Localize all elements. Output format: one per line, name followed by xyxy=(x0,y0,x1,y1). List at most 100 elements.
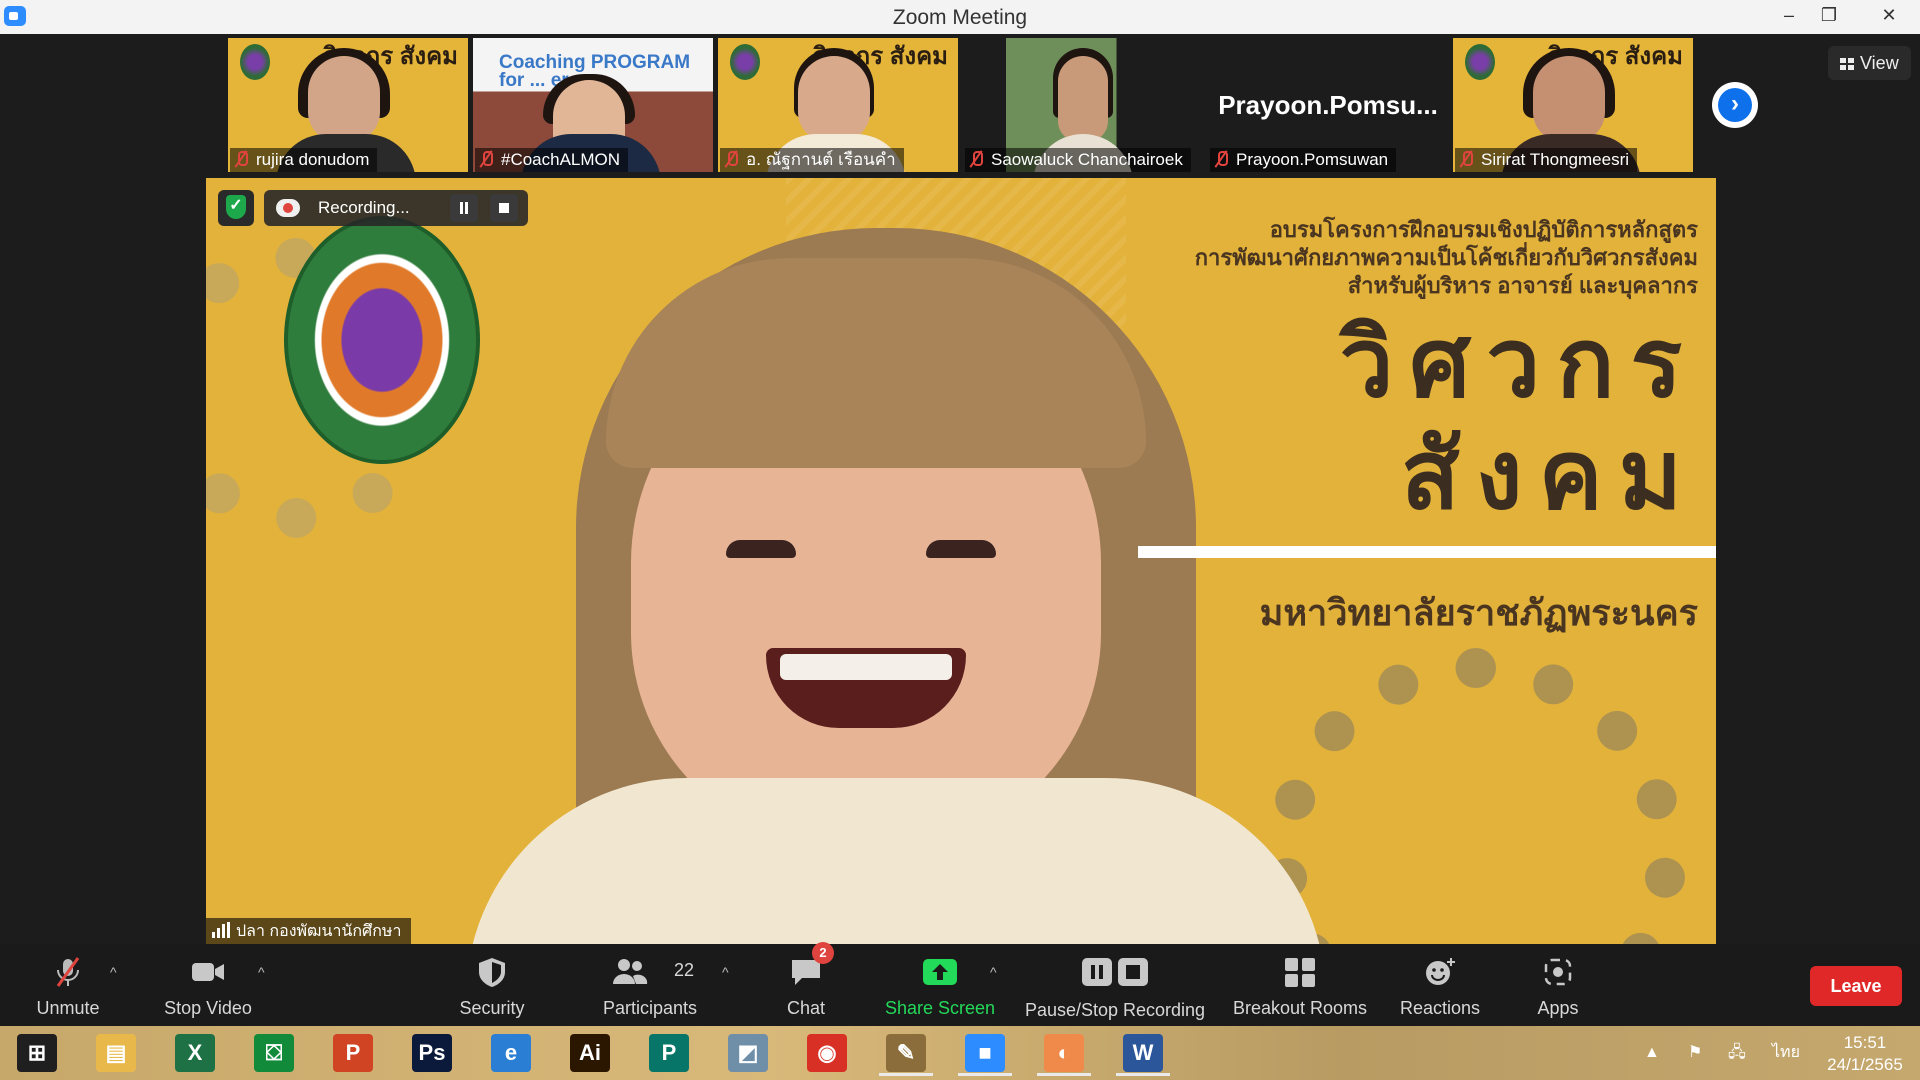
taskbar-paint-app-button[interactable]: ✎ xyxy=(873,1030,939,1076)
share-screen-label: Share Screen xyxy=(884,998,996,1018)
taskbar-windows-start-button[interactable]: ⊞ xyxy=(4,1030,70,1076)
participants-options-caret[interactable]: ^ xyxy=(722,964,729,980)
tray-overflow-button[interactable]: ▲ xyxy=(1644,1026,1660,1080)
participant-tile[interactable]: Prayoon.Pomsu... Prayoon.Pomsuwan xyxy=(1208,38,1448,172)
participant-tile[interactable]: วิศวกร สังคม rujira donudom xyxy=(228,38,468,172)
apps-icon xyxy=(1544,958,1572,986)
taskbar-photoshop-button[interactable]: Ps xyxy=(399,1030,465,1076)
active-speaker-name: ปลา กองพัฒนานักศึกษา xyxy=(206,918,412,946)
reactions-button[interactable]: Reactions xyxy=(1390,944,1490,1026)
share-screen-icon xyxy=(923,959,957,985)
taskbar-slides-app-button[interactable]: ◐ xyxy=(1031,1030,1097,1076)
paint-app-icon: ✎ xyxy=(886,1034,926,1072)
taskbar-internet-explorer-button[interactable]: e xyxy=(478,1030,544,1076)
pause-recording-button[interactable] xyxy=(450,194,478,222)
chrome-icon: ◉ xyxy=(807,1034,847,1072)
window-title-bar: Zoom Meeting – ❐ ✕ xyxy=(0,0,1920,34)
share-screen-button[interactable]: Share Screen xyxy=(880,944,1000,1026)
mic-muted-icon xyxy=(56,957,80,987)
stop-recording-button[interactable] xyxy=(490,194,518,222)
security-label: Security xyxy=(459,998,525,1018)
view-button[interactable]: View xyxy=(1828,46,1911,80)
apps-button[interactable]: Apps xyxy=(1518,944,1598,1026)
reactions-smiley-icon xyxy=(1426,958,1455,985)
participant-name-label: Prayoon.Pomsuwan xyxy=(1210,148,1397,172)
network-icon[interactable]: 🖧 xyxy=(1728,1026,1746,1080)
breakout-rooms-label: Breakout Rooms xyxy=(1232,998,1368,1018)
audio-options-caret[interactable]: ^ xyxy=(110,964,117,980)
active-speaker-video: อบรมโครงการฝึกอบรมเชิงปฏิบัติการหลักสูตร… xyxy=(206,178,1716,946)
background-banner: อบรมโครงการฝึกอบรมเชิงปฏิบัติการหลักสูตร… xyxy=(1138,216,1716,641)
system-clock[interactable]: 15:51 24/1/2565 xyxy=(1810,1032,1920,1076)
university-logo-icon xyxy=(1465,44,1495,80)
taskbar-powerpoint-button[interactable]: P xyxy=(320,1030,386,1076)
stop-video-label: Stop Video xyxy=(164,998,252,1018)
publisher-icon: P xyxy=(649,1034,689,1072)
mic-muted-icon xyxy=(234,150,248,168)
taskbar-word-button[interactable]: W xyxy=(1110,1030,1176,1076)
grid-icon xyxy=(1840,58,1854,70)
internet-explorer-icon: e xyxy=(491,1034,531,1072)
video-camera-icon xyxy=(192,963,224,981)
leave-meeting-button[interactable]: Leave xyxy=(1810,966,1902,1006)
banner-title-2: สังคม xyxy=(1401,422,1698,529)
zoom-icon: ■ xyxy=(965,1034,1005,1072)
encryption-shield-icon[interactable] xyxy=(218,190,254,226)
participants-count: 22 xyxy=(674,960,695,980)
participant-tile[interactable]: Coaching PROGRAM for ... er #CoachALMON xyxy=(473,38,713,172)
participant-tile[interactable]: Saowaluck Chanchairoek xyxy=(963,38,1203,172)
chat-button[interactable]: 2 Chat xyxy=(766,942,846,1026)
chevron-right-icon: › xyxy=(1731,90,1739,117)
participant-name-label: rujira donudom xyxy=(230,148,378,172)
taskbar-file-explorer-button[interactable]: ▤ xyxy=(83,1030,149,1076)
unmute-button[interactable]: Unmute xyxy=(18,944,118,1026)
action-center-flag-icon[interactable]: ⚑ xyxy=(1688,1026,1702,1080)
university-logo-icon xyxy=(730,44,760,80)
participant-tile-name: Prayoon.Pomsu... xyxy=(1218,90,1438,120)
taskbar-illustrator-button[interactable]: Ai xyxy=(557,1030,623,1076)
taskbar-chrome-button[interactable]: ◉ xyxy=(794,1030,860,1076)
university-crest xyxy=(284,216,480,464)
meeting-toolbar: Unmute ^ Stop Video ^ Security 22 Partic… xyxy=(0,942,1920,1026)
participant-name-label: #CoachALMON xyxy=(475,148,629,172)
gear-decoration-icon xyxy=(1266,648,1686,946)
shield-icon xyxy=(479,958,505,987)
mic-muted-icon xyxy=(969,150,983,168)
security-button[interactable]: Security xyxy=(442,944,542,1026)
mic-muted-icon xyxy=(1459,150,1473,168)
file-explorer-icon: ▤ xyxy=(96,1034,136,1072)
participants-button[interactable]: 22 Participants xyxy=(590,944,710,1026)
unmute-label: Unmute xyxy=(36,998,100,1018)
restore-button[interactable]: ❐ xyxy=(1806,0,1852,30)
microsoft-store-icon: ⛋ xyxy=(254,1034,294,1072)
photoshop-icon: Ps xyxy=(412,1034,452,1072)
participant-tile[interactable]: วิศวกร สังคม Sirirat Thongmeesri xyxy=(1453,38,1693,172)
next-page-button[interactable]: › xyxy=(1712,82,1758,128)
reactions-label: Reactions xyxy=(1399,998,1481,1018)
chat-label: Chat xyxy=(786,998,826,1018)
video-options-caret[interactable]: ^ xyxy=(258,964,265,980)
taskbar-notes-app-button[interactable]: ◩ xyxy=(715,1030,781,1076)
banner-line-1: อบรมโครงการฝึกอบรมเชิงปฏิบัติการหลักสูตร xyxy=(1269,217,1698,242)
mic-muted-icon xyxy=(479,150,493,168)
participant-tile[interactable]: วิศวกร สังคม อ. ณัฐกานต์ เรือนคำ xyxy=(718,38,958,172)
recording-label: Recording... xyxy=(318,198,410,217)
taskbar-zoom-button[interactable]: ■ xyxy=(952,1030,1018,1076)
banner-line-3: สำหรับผู้บริหาร อาจารย์ และบุคลากร xyxy=(1347,273,1698,298)
breakout-rooms-button[interactable]: Breakout Rooms xyxy=(1230,944,1370,1026)
pause-stop-recording-button[interactable]: Pause/Stop Recording xyxy=(1020,944,1210,1026)
banner-title-1: วิศวกร xyxy=(1339,310,1698,417)
recording-indicator: Recording... xyxy=(264,190,528,226)
taskbar-microsoft-store-button[interactable]: ⛋ xyxy=(241,1030,307,1076)
close-window-button[interactable]: ✕ xyxy=(1860,0,1918,30)
participant-name-label: Saowaluck Chanchairoek xyxy=(965,148,1191,172)
share-options-caret[interactable]: ^ xyxy=(990,964,997,980)
taskbar-publisher-button[interactable]: P xyxy=(636,1030,702,1076)
stop-video-button[interactable]: Stop Video xyxy=(148,944,268,1026)
input-language-indicator[interactable]: ไทย xyxy=(1772,1026,1800,1080)
mic-muted-icon xyxy=(724,150,738,168)
university-logo-icon xyxy=(240,44,270,80)
pause-stop-recording-label: Pause/Stop Recording xyxy=(1024,1000,1206,1020)
taskbar-excel-button[interactable]: X xyxy=(162,1030,228,1076)
windows-start-icon: ⊞ xyxy=(17,1034,57,1072)
